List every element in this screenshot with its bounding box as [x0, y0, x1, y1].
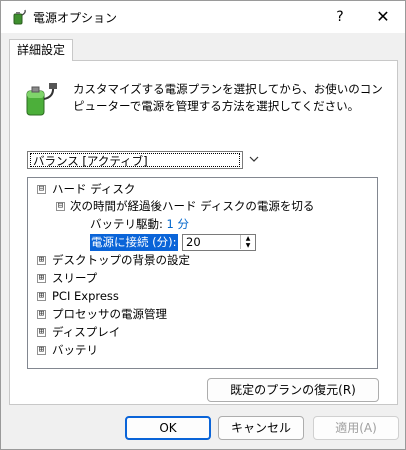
spin-up-icon[interactable]: ▲ [240, 235, 255, 242]
expand-icon[interactable]: ⊞ [37, 346, 46, 355]
restore-defaults-button[interactable]: 既定のプランの復元(R) [207, 378, 379, 402]
tree-item-on-battery[interactable]: バッテリ駆動: 1 分 [90, 216, 189, 233]
tree-item-pci-express[interactable]: PCI Express [52, 288, 119, 305]
tree-item-sleep[interactable]: スリープ [52, 270, 97, 287]
power-options-window: 電源オプション ? ✕ 詳細設定 カスタマイズする電源プランを選択してから、お使… [0, 0, 406, 450]
power-plan-value: バランス [アクティブ] [30, 153, 240, 168]
description-text: カスタマイズする電源プランを選択してから、お使いのコンピューターで電源を管理する… [73, 82, 383, 113]
cancel-button[interactable]: キャンセル [218, 416, 304, 440]
expand-icon[interactable]: ⊞ [37, 292, 46, 301]
battery-plug-icon [23, 81, 57, 117]
title-bar: 電源オプション ? ✕ [1, 1, 405, 33]
help-button[interactable]: ? [328, 5, 352, 29]
expand-icon[interactable]: ⊞ [37, 310, 46, 319]
power-plan-select[interactable]: バランス [アクティブ] [27, 151, 243, 169]
tree-item-plugged-in[interactable]: 電源に接続 (分): [90, 234, 178, 251]
apply-button[interactable]: 適用(A) [313, 416, 399, 440]
plugged-in-minutes-input[interactable]: 20 ▲ ▼ [182, 234, 256, 251]
collapse-icon[interactable]: ⊟ [37, 185, 46, 194]
collapse-icon[interactable]: ⊟ [56, 202, 65, 211]
tree-item-hard-disk[interactable]: ハード ディスク [52, 181, 135, 198]
close-button[interactable]: ✕ [371, 5, 395, 29]
settings-tree[interactable]: ⊟ ハード ディスク ⊟ 次の時間が経過後ハード ディスクの電源を切る バッテリ… [27, 177, 378, 369]
tree-item-display[interactable]: ディスプレイ [52, 324, 120, 341]
plugged-in-minutes-value: 20 [186, 235, 201, 249]
tree-item-processor-power[interactable]: プロセッサの電源管理 [52, 306, 167, 323]
power-options-icon [11, 9, 27, 25]
on-battery-value[interactable]: 1 分 [167, 217, 189, 231]
on-battery-label: バッテリ駆動: [90, 217, 163, 231]
tree-item-turn-off-after[interactable]: 次の時間が経過後ハード ディスクの電源を切る [70, 198, 314, 215]
tab-advanced-settings[interactable]: 詳細設定 [9, 39, 73, 61]
expand-icon[interactable]: ⊞ [37, 256, 46, 265]
window-title: 電源オプション [33, 11, 118, 25]
tree-item-battery[interactable]: バッテリ [52, 342, 98, 359]
expand-icon[interactable]: ⊞ [37, 274, 46, 283]
spin-down-icon[interactable]: ▼ [240, 242, 255, 249]
expand-icon[interactable]: ⊞ [37, 328, 46, 337]
ok-button[interactable]: OK [125, 416, 211, 440]
chevron-down-icon[interactable] [245, 151, 263, 169]
tree-item-desktop-background[interactable]: デスクトップの背景の設定 [52, 252, 190, 269]
